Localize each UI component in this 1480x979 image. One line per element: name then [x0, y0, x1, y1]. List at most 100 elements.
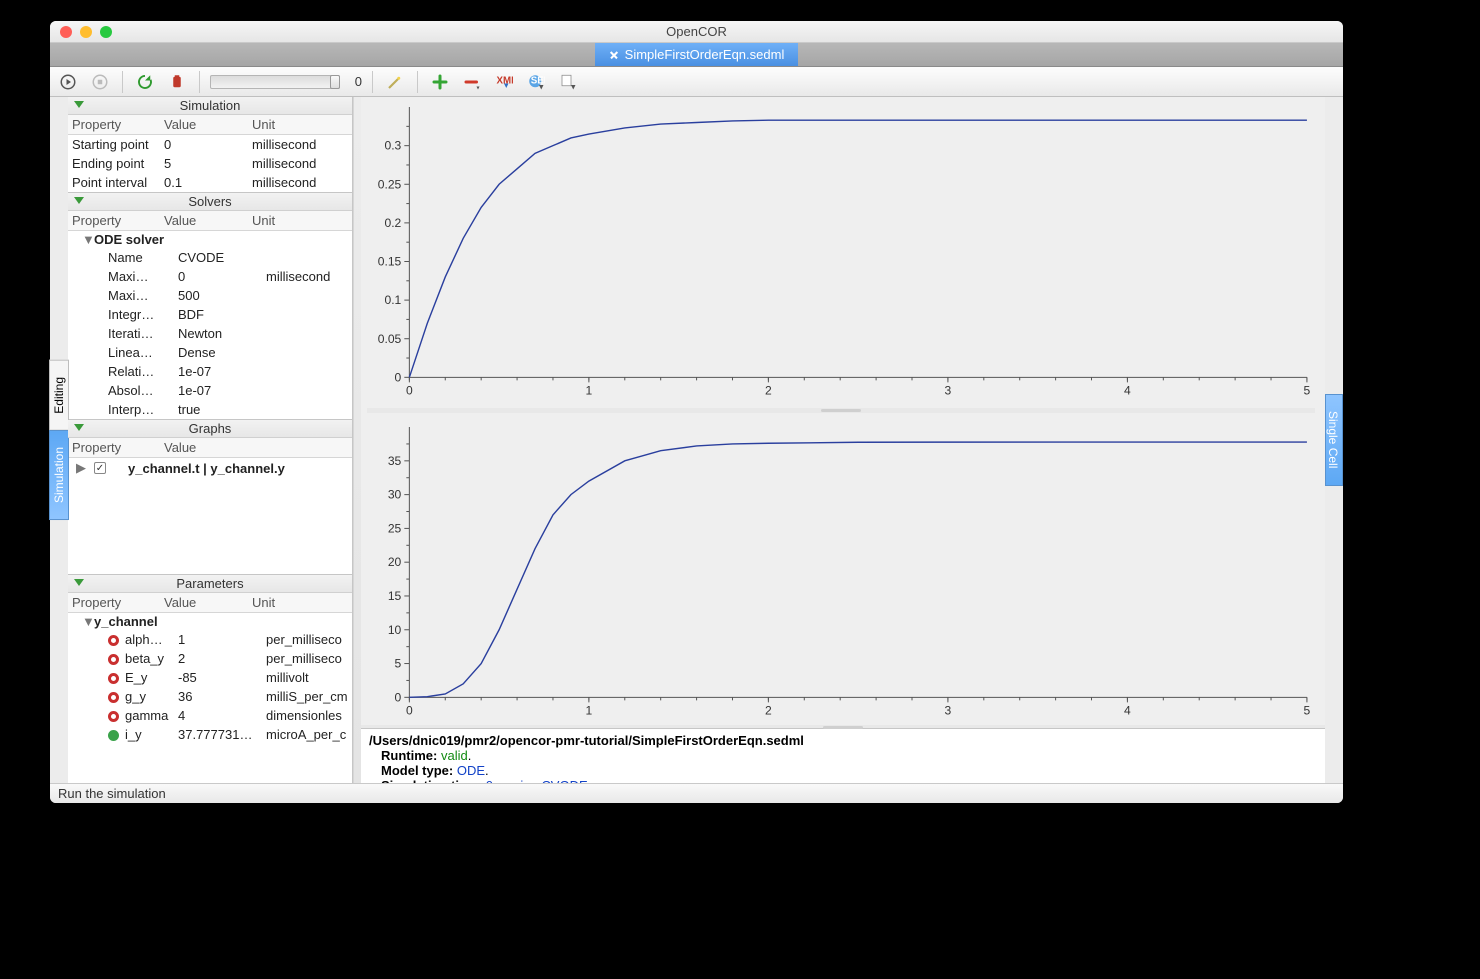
svg-text:2: 2	[765, 383, 772, 397]
simulation-panel-header[interactable]: Simulation	[68, 97, 352, 115]
property-row[interactable]: Relati…1e-07	[68, 362, 352, 381]
svg-text:SED: SED	[531, 75, 545, 86]
parameter-row[interactable]: alph… 1per_milliseco	[68, 630, 352, 649]
parameter-row[interactable]: i_y 37.7777316…microA_per_c	[68, 725, 352, 743]
solvers-panel: Solvers PropertyValueUnit ▼ODE solver Na…	[68, 193, 352, 420]
stop-button[interactable]	[88, 70, 112, 94]
svg-text:3: 3	[945, 383, 952, 397]
collapse-icon[interactable]	[74, 579, 84, 586]
log-splitter[interactable]	[361, 725, 1325, 728]
param-type-icon	[108, 711, 119, 722]
parameter-row[interactable]: E_y -85millivolt	[68, 668, 352, 687]
param-type-icon	[108, 692, 119, 703]
log-console[interactable]: /Users/dnic019/pmr2/opencor-pmr-tutorial…	[361, 728, 1325, 783]
property-row[interactable]: NameCVODE	[68, 248, 352, 267]
minimize-window-button[interactable]	[80, 26, 92, 38]
graphs-panel-header[interactable]: Graphs	[68, 420, 352, 438]
clear-results-button[interactable]	[165, 70, 189, 94]
collapse-icon[interactable]	[74, 197, 84, 204]
collapse-icon[interactable]	[74, 101, 84, 108]
svg-text:1: 1	[586, 383, 593, 397]
delay-slider[interactable]: 0	[210, 74, 362, 89]
graphs-panel: Graphs PropertyValue ▶ ✓ y_channel.t | y…	[68, 420, 352, 575]
property-row[interactable]: Maxi…500	[68, 286, 352, 305]
right-dock-strip: Single Cell	[1325, 97, 1343, 783]
cellml-export-button[interactable]: XML	[492, 70, 516, 94]
svg-text:4: 4	[1124, 703, 1131, 717]
document-tab-bar: SimpleFirstOrderEqn.sedml	[50, 43, 1343, 67]
parameter-row[interactable]: gamma 4dimensionles	[68, 706, 352, 725]
solver-group[interactable]: ▼ODE solver	[68, 231, 352, 248]
property-row[interactable]: Starting point0millisecond	[68, 135, 352, 154]
chart-splitter[interactable]	[367, 408, 1315, 413]
collapse-icon[interactable]	[74, 424, 84, 431]
parameter-row[interactable]: beta_y 2per_milliseco	[68, 649, 352, 668]
property-row[interactable]: Iterati…Newton	[68, 324, 352, 343]
svg-text:5: 5	[1304, 703, 1311, 717]
property-row[interactable]: Ending point5millisecond	[68, 154, 352, 173]
parameter-row[interactable]: g_y 36milliS_per_cm	[68, 687, 352, 706]
svg-text:1: 1	[586, 703, 593, 717]
param-type-icon	[108, 730, 119, 741]
tab-single-cell[interactable]: Single Cell	[1325, 394, 1343, 485]
property-row[interactable]: Integr…BDF	[68, 305, 352, 324]
svg-text:30: 30	[388, 487, 402, 501]
titlebar[interactable]: OpenCOR	[50, 21, 1343, 43]
plot-area: 00.050.10.150.20.250.3012345 05101520253…	[361, 97, 1325, 783]
app-window: OpenCOR SimpleFirstOrderEqn.sedml 0	[50, 21, 1343, 803]
simulation-panel: Simulation PropertyValueUnit Starting po…	[68, 97, 352, 193]
svg-text:2: 2	[765, 703, 772, 717]
svg-text:0: 0	[406, 703, 413, 717]
chart-top[interactable]: 00.050.10.150.20.250.3012345	[367, 101, 1315, 400]
vertical-splitter[interactable]	[353, 97, 361, 783]
svg-text:15: 15	[388, 589, 402, 603]
svg-text:0: 0	[395, 370, 402, 384]
property-row[interactable]: Point interval0.1millisecond	[68, 173, 352, 192]
svg-text:20: 20	[388, 555, 402, 569]
property-row[interactable]: Absol…1e-07	[68, 381, 352, 400]
toolbar: 0 XML SED	[50, 67, 1343, 97]
svg-text:0: 0	[406, 383, 413, 397]
document-tab[interactable]: SimpleFirstOrderEqn.sedml	[595, 43, 799, 66]
delay-value: 0	[346, 74, 362, 89]
status-text: Run the simulation	[58, 786, 166, 801]
close-tab-icon[interactable]	[609, 50, 619, 60]
property-row[interactable]: Interp…true	[68, 400, 352, 419]
document-tab-label: SimpleFirstOrderEqn.sedml	[625, 47, 785, 62]
sedml-export-button[interactable]: SED	[524, 70, 548, 94]
property-sidebar: Simulation PropertyValueUnit Starting po…	[68, 97, 353, 783]
svg-text:4: 4	[1124, 383, 1131, 397]
parameters-panel-header[interactable]: Parameters	[68, 575, 352, 593]
file-path: /Users/dnic019/pmr2/opencor-pmr-tutorial…	[369, 733, 1317, 748]
parameter-group[interactable]: ▼y_channel	[68, 613, 352, 630]
param-type-icon	[108, 673, 119, 684]
remove-button[interactable]	[460, 70, 484, 94]
window-title: OpenCOR	[50, 24, 1343, 39]
run-button[interactable]	[56, 70, 80, 94]
left-dock-strip: Editing Simulation	[50, 97, 68, 783]
data-export-button[interactable]	[556, 70, 580, 94]
property-row[interactable]: Linea…Dense	[68, 343, 352, 362]
status-bar: Run the simulation	[50, 783, 1343, 803]
chart-bottom[interactable]: 05101520253035012345	[367, 421, 1315, 720]
svg-text:0.2: 0.2	[384, 216, 401, 230]
close-window-button[interactable]	[60, 26, 72, 38]
svg-text:10: 10	[388, 622, 402, 636]
svg-text:0.15: 0.15	[378, 255, 402, 269]
reload-button[interactable]	[133, 70, 157, 94]
chevron-down-icon[interactable]: ▼	[82, 232, 92, 247]
graph-item[interactable]: ▶ ✓ y_channel.t | y_channel.y	[68, 458, 352, 478]
zoom-window-button[interactable]	[100, 26, 112, 38]
tab-editing[interactable]: Editing	[49, 360, 69, 431]
svg-text:0.05: 0.05	[378, 332, 402, 346]
property-row[interactable]: Maxi…0millisecond	[68, 267, 352, 286]
graph-checkbox[interactable]: ✓	[94, 462, 106, 474]
tab-simulation[interactable]: Simulation	[49, 430, 69, 520]
add-button[interactable]	[428, 70, 452, 94]
solvers-panel-header[interactable]: Solvers	[68, 193, 352, 211]
chevron-right-icon[interactable]: ▶	[76, 460, 86, 476]
svg-text:3: 3	[945, 703, 952, 717]
wand-button[interactable]	[383, 70, 407, 94]
svg-text:0.25: 0.25	[378, 177, 402, 191]
chevron-down-icon[interactable]: ▼	[82, 614, 92, 629]
